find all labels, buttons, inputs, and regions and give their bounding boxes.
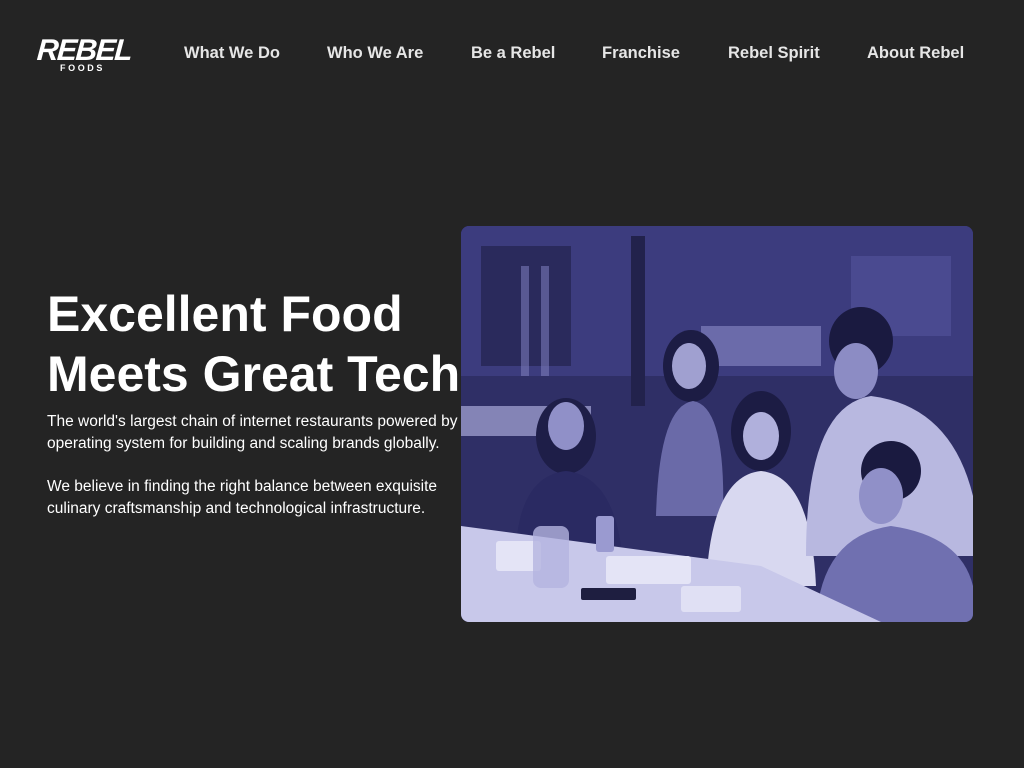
nav-item-rebel-spirit[interactable]: Rebel Spirit	[728, 44, 820, 63]
nav-item-be-a-rebel[interactable]: Be a Rebel	[471, 44, 555, 63]
nav-item-about-rebel[interactable]: About Rebel	[867, 44, 964, 63]
hero-title-line-2: Meets Great Tech	[47, 346, 461, 402]
rebel-foods-logo[interactable]: REBEL FOODS	[35, 34, 133, 74]
hero-photo-illustration	[461, 226, 973, 622]
hero-paragraph-2: We believe in finding the right balance …	[47, 478, 438, 517]
logo-subtitle: FOODS	[60, 63, 106, 73]
hero-title: Excellent Food Meets Great Tech	[47, 284, 487, 404]
page: REBEL FOODS What We Do Who We Are Be a R…	[0, 0, 1024, 768]
nav-item-what-we-do[interactable]: What We Do	[184, 44, 280, 63]
hero-photo-people-dining	[461, 226, 973, 622]
nav-item-who-we-are[interactable]: Who We Are	[327, 44, 423, 63]
hero-paragraph-1: The world's largest chain of internet re…	[47, 413, 480, 452]
logo-wordmark: REBEL	[35, 34, 133, 67]
hero-title-line-1: Excellent Food	[47, 286, 403, 342]
nav-item-franchise[interactable]: Franchise	[602, 44, 680, 63]
